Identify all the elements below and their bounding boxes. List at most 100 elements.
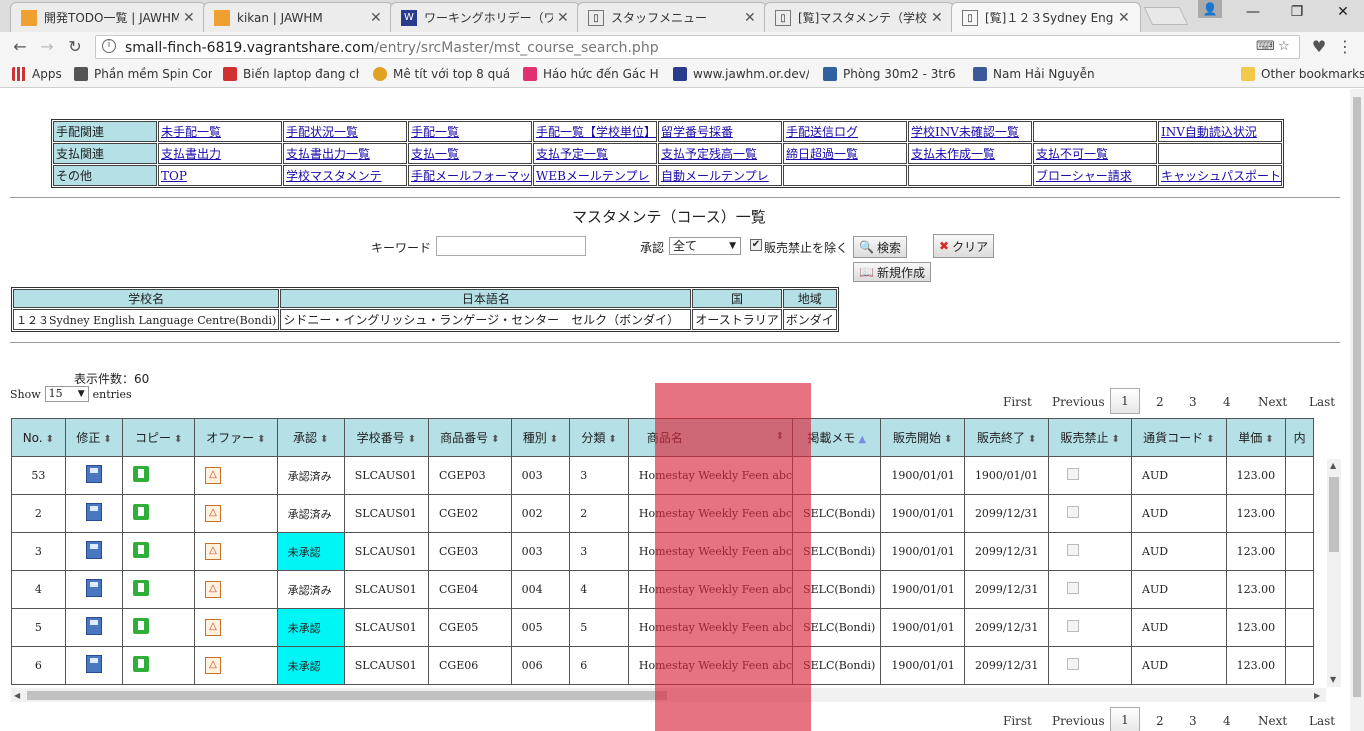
menu-link[interactable]: 手配一覧【学校単位】 (533, 121, 657, 142)
cell-copy[interactable] (122, 494, 195, 533)
menu-link[interactable]: 学校INV未確認一覧 (908, 121, 1032, 142)
page-length-select[interactable]: 15 ▼ (44, 386, 89, 402)
pager-next[interactable]: Next (1258, 714, 1287, 728)
close-tab-icon[interactable]: ✕ (1118, 10, 1132, 26)
scroll-up-icon[interactable]: ▲ (1330, 461, 1336, 470)
sale-ban-checkbox[interactable] (1067, 544, 1080, 556)
col-type[interactable]: 種別 ⬍ (510, 418, 571, 457)
col-sale-start[interactable]: 販売開始 ⬍ (880, 418, 965, 457)
edit-icon[interactable] (86, 465, 103, 483)
menu-link[interactable]: 手配送信ログ (783, 121, 907, 142)
cell-offer[interactable]: △ (193, 570, 278, 609)
new-tab-button[interactable] (1143, 7, 1189, 25)
reload-icon[interactable]: ↻ (65, 37, 85, 57)
scroll-thumb[interactable] (1353, 97, 1361, 697)
offer-icon[interactable]: △ (204, 619, 221, 636)
profile-icon[interactable]: 👤 (1198, 0, 1222, 18)
pager-page[interactable]: 3 (1189, 395, 1197, 409)
menu-dots-icon[interactable]: ⋮ (1335, 37, 1355, 57)
browser-tab-5[interactable]: ▯ [覧]マスタメンテ（学校） ✕ (764, 2, 954, 32)
menu-link[interactable]: TOP (158, 165, 282, 186)
offer-icon[interactable]: △ (204, 505, 221, 522)
bookmark-item[interactable]: Háo hức đến Gác Hoa (523, 67, 659, 81)
bookmark-item[interactable]: Biến laptop đang chạ (223, 67, 359, 81)
copy-icon[interactable] (133, 466, 150, 482)
pager-last[interactable]: Last (1309, 714, 1335, 728)
col-no[interactable]: No. ⬍ (11, 418, 66, 457)
edit-icon[interactable] (86, 617, 103, 635)
browser-tab-6[interactable]: ▯ [覧]１２３Sydney Englis ✕ (951, 2, 1141, 32)
sale-ban-checkbox[interactable] (1067, 506, 1080, 518)
new-create-button[interactable]: 📖 新規作成 (853, 262, 931, 282)
extension-heart-icon[interactable]: ♥ (1309, 37, 1329, 57)
pager-previous[interactable]: Previous (1052, 714, 1105, 728)
col-product-no[interactable]: 商品番号 ⬍ (428, 418, 512, 457)
sale-ban-checkbox[interactable] (1067, 620, 1080, 632)
pager-page[interactable]: 4 (1223, 714, 1231, 728)
scroll-thumb[interactable] (27, 691, 667, 700)
edit-icon[interactable] (86, 655, 103, 673)
copy-icon[interactable] (133, 504, 150, 520)
pager-page[interactable]: 2 (1156, 714, 1164, 728)
edit-icon[interactable] (86, 579, 103, 597)
menu-link[interactable]: 自動メールテンプレ (658, 165, 782, 186)
menu-link[interactable]: ブローシャー請求 (1033, 165, 1157, 186)
browser-tab-3[interactable]: W ワーキングホリデー（ワーホリ ✕ (390, 2, 580, 32)
col-more[interactable]: 内 (1285, 418, 1314, 457)
cell-offer[interactable]: △ (193, 456, 278, 495)
browser-tab-1[interactable]: 開発TODO一覧 | JAWHM ✕ (10, 2, 206, 32)
bookmark-item[interactable]: Nam Hải Nguyễn (973, 67, 1095, 81)
other-bookmarks[interactable]: Other bookmarks (1241, 67, 1364, 81)
search-button[interactable]: 🔍 検索 (853, 236, 907, 258)
cell-copy[interactable] (122, 608, 195, 647)
keyword-input[interactable] (436, 236, 586, 256)
pager-page[interactable]: 4 (1223, 395, 1231, 409)
menu-link[interactable]: 手配メールフォーマット (408, 165, 532, 186)
menu-link[interactable]: 手配一覧 (408, 121, 532, 142)
col-offer[interactable]: オファー ⬍ (193, 418, 278, 457)
pager-previous[interactable]: Previous (1052, 395, 1105, 409)
browser-tab-2[interactable]: kikan | JAWHM ✕ (203, 2, 393, 32)
col-approval[interactable]: 承認 ⬍ (276, 418, 345, 457)
cell-copy[interactable] (122, 532, 195, 571)
col-class[interactable]: 分類 ⬍ (569, 418, 629, 457)
cell-edit[interactable] (64, 532, 124, 571)
col-sale-ban[interactable]: 販売禁止 ⬍ (1048, 418, 1133, 457)
cell-edit[interactable] (64, 570, 124, 609)
pager-first[interactable]: First (1003, 395, 1032, 409)
copy-icon[interactable] (133, 542, 150, 558)
pager-page[interactable]: 3 (1189, 714, 1197, 728)
cell-copy[interactable] (122, 570, 195, 609)
edit-icon[interactable] (86, 503, 103, 521)
close-window-icon[interactable]: ✕ (1328, 4, 1358, 24)
close-tab-icon[interactable]: ✕ (931, 10, 945, 26)
forward-arrow-icon[interactable]: → (37, 37, 57, 57)
offer-icon[interactable]: △ (204, 657, 221, 674)
col-sale-end[interactable]: 販売終了 ⬍ (963, 418, 1050, 457)
close-tab-icon[interactable]: ✕ (557, 10, 571, 26)
cell-copy[interactable] (122, 646, 195, 685)
grid-vertical-scrollbar[interactable]: ▲ ▼ (1327, 459, 1341, 687)
menu-link[interactable]: 留学番号採番 (658, 121, 782, 142)
pager-page[interactable]: 2 (1156, 395, 1164, 409)
pager-page-current[interactable]: 1 (1110, 388, 1140, 414)
cell-copy[interactable] (122, 456, 195, 495)
pager-next[interactable]: Next (1258, 395, 1287, 409)
cell-edit[interactable] (64, 608, 124, 647)
menu-link[interactable]: 支払未作成一覧 (908, 143, 1032, 164)
col-copy[interactable]: コピー ⬍ (122, 418, 195, 457)
menu-link[interactable]: 支払不可一覧 (1033, 143, 1157, 164)
offer-icon[interactable]: △ (204, 543, 221, 560)
bookmark-apps[interactable]: Apps (12, 67, 62, 81)
col-currency[interactable]: 通貨コード ⬍ (1131, 418, 1227, 457)
copy-icon[interactable] (133, 580, 150, 596)
approval-select[interactable]: 全て ▼ (669, 237, 741, 255)
cell-edit[interactable] (64, 494, 124, 533)
cell-edit[interactable] (64, 646, 124, 685)
page-vertical-scrollbar[interactable] (1350, 89, 1364, 731)
pager-page-current[interactable]: 1 (1110, 707, 1140, 731)
scroll-left-icon[interactable]: ◀ (14, 691, 20, 700)
cell-offer[interactable]: △ (193, 532, 278, 571)
menu-link[interactable]: 支払書出力 (158, 143, 282, 164)
bookmark-item[interactable]: Mê tít với top 8 quán (373, 67, 509, 81)
